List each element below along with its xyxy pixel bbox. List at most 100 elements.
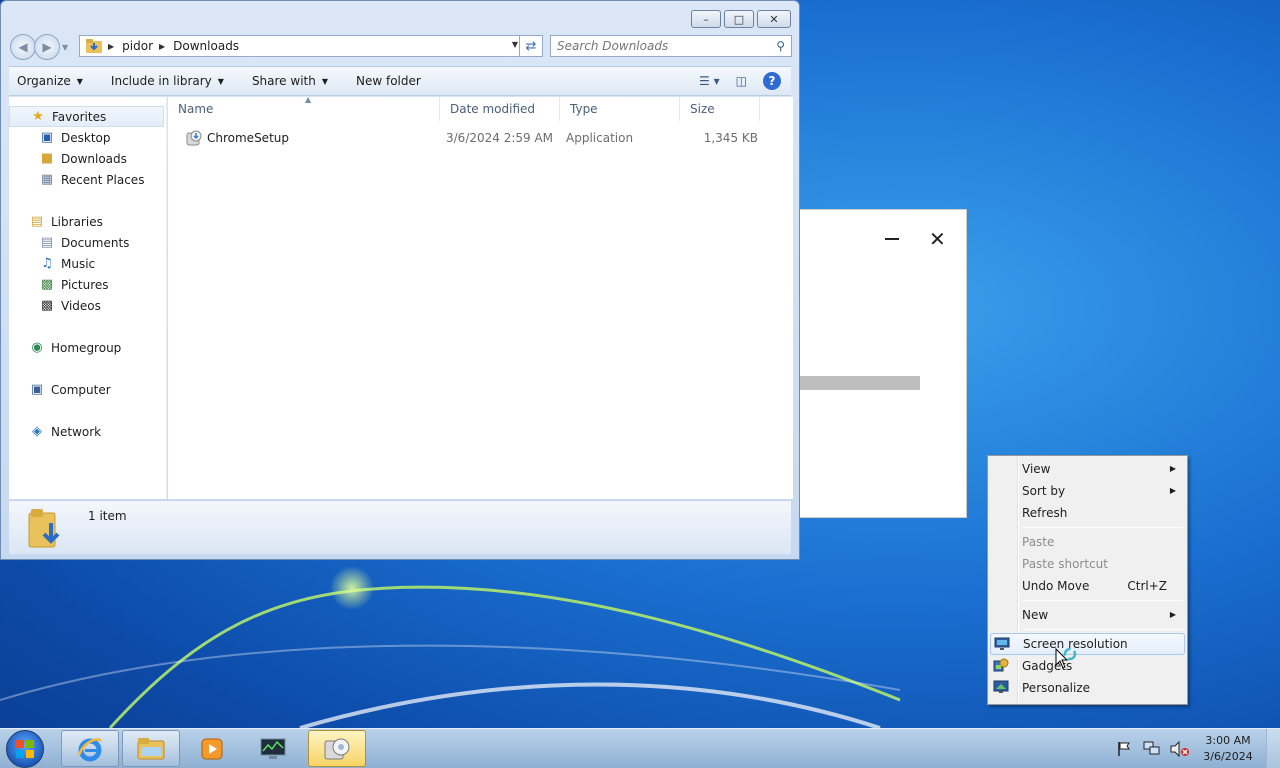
nav-computer-label: Computer: [51, 382, 111, 397]
dialog-close-button[interactable]: ✕: [929, 227, 946, 251]
desktop-icon: ▣: [40, 130, 54, 145]
internet-explorer-icon: [77, 737, 102, 761]
refresh-button[interactable]: ⇄: [519, 35, 543, 57]
menu-separator: [1022, 629, 1183, 630]
taskbar-setup-active[interactable]: [308, 730, 366, 767]
recent-places-icon: ▦: [40, 172, 54, 187]
star-icon: ★: [32, 109, 44, 124]
preview-pane-icon[interactable]: ◫: [736, 74, 747, 88]
taskbar-windows-explorer[interactable]: [122, 730, 180, 767]
start-button[interactable]: [6, 730, 44, 768]
menu-item-paste-label: Paste: [1022, 535, 1055, 549]
menu-item-view[interactable]: View ▶: [990, 458, 1185, 480]
minimize-button[interactable]: –: [691, 10, 721, 28]
menu-item-refresh[interactable]: Refresh: [990, 502, 1185, 524]
volume-muted-icon[interactable]: [1170, 741, 1190, 757]
nav-libraries[interactable]: ▤ Libraries: [9, 211, 166, 232]
libraries-icon: ▤: [30, 214, 44, 229]
media-player-icon: [201, 738, 223, 759]
forward-button[interactable]: ▶: [34, 34, 60, 60]
action-center-flag-icon[interactable]: [1114, 741, 1134, 757]
network-status-icon[interactable]: [1142, 741, 1162, 757]
menu-item-sort-by-label: Sort by: [1022, 484, 1066, 498]
menu-item-paste-shortcut-label: Paste shortcut: [1022, 557, 1108, 571]
breadcrumb-downloads[interactable]: Downloads: [173, 39, 239, 53]
navigation-pane: ★ Favorites ▣ Desktop ■ Downloads ▦ Recent P…: [9, 97, 167, 499]
chevron-down-icon: ▼: [76, 76, 83, 86]
menu-item-shortcut: Ctrl+Z: [1127, 579, 1167, 593]
menu-item-undo-move-label: Undo Move: [1022, 579, 1090, 593]
nav-pictures-label: Pictures: [61, 277, 109, 292]
nav-network[interactable]: ◈ Network: [9, 421, 166, 442]
menu-item-gadgets[interactable]: Gadgets: [990, 655, 1185, 677]
recent-pages-dropdown[interactable]: ▼: [62, 43, 68, 52]
item-count: 1 item: [88, 509, 127, 523]
change-view-icon[interactable]: ☰ ▾: [699, 74, 720, 88]
address-history-dropdown[interactable]: ▼: [512, 40, 518, 49]
details-pane: 1 item: [9, 500, 791, 554]
nav-recent-places[interactable]: ▦ Recent Places: [9, 169, 166, 190]
computer-icon: ▣: [30, 382, 44, 397]
search-input[interactable]: [557, 39, 757, 53]
dialog-minimize-button[interactable]: [885, 238, 899, 240]
nav-desktop[interactable]: ▣ Desktop: [9, 127, 166, 148]
menu-item-personalize[interactable]: Personalize: [990, 677, 1185, 699]
gadgets-icon: [993, 658, 1009, 672]
nav-documents-label: Documents: [61, 235, 130, 250]
menu-item-screen-resolution[interactable]: Screen resolution: [990, 633, 1185, 655]
menu-item-paste: Paste: [990, 531, 1185, 553]
clock[interactable]: 3:00 AM 3/6/2024: [1198, 733, 1258, 765]
nav-recent-places-label: Recent Places: [61, 172, 145, 187]
network-icon: ◈: [32, 424, 42, 439]
nav-videos-label: Videos: [61, 298, 101, 313]
nav-homegroup[interactable]: ◉ Homegroup: [9, 337, 166, 358]
nav-favorites[interactable]: ★ Favorites: [9, 106, 164, 127]
menu-item-sort-by[interactable]: Sort by ▶: [990, 480, 1185, 502]
file-row[interactable]: ChromeSetup 3/6/2024 2:59 AM Application…: [168, 126, 793, 150]
close-button[interactable]: ✕: [757, 10, 791, 28]
organize-label: Organize: [17, 74, 71, 88]
homegroup-icon: ◉: [31, 340, 43, 355]
nav-downloads[interactable]: ■ Downloads: [9, 148, 166, 169]
show-desktop-button[interactable]: [1266, 729, 1280, 768]
column-header-type[interactable]: Type: [560, 96, 680, 121]
back-arrow-icon: ◀: [18, 40, 28, 54]
command-bar: Organize ▼ Include in library ▼ Share with…: [9, 66, 791, 96]
downloads-folder-large-icon: [28, 509, 60, 548]
column-header-date-modified[interactable]: Date modified: [440, 96, 560, 121]
nav-videos[interactable]: ▩ Videos: [9, 295, 166, 316]
include-in-library-menu[interactable]: Include in library ▼: [111, 74, 224, 88]
sort-ascending-icon: ▲: [305, 95, 312, 104]
navigation-bar: ◀ ▶ ▼ ▶ pidor ▶ Downloads ▼ ⇄ ⚲: [10, 34, 792, 60]
nav-computer[interactable]: ▣ Computer: [9, 379, 166, 400]
taskbar-media-player[interactable]: [183, 730, 241, 767]
new-folder-button[interactable]: New folder: [356, 74, 421, 88]
maximize-button[interactable]: □: [724, 10, 754, 28]
taskbar-task-manager[interactable]: [244, 730, 302, 767]
desktop-context-menu: View ▶ Sort by ▶ Refresh Paste Paste short…: [987, 455, 1188, 705]
organize-menu[interactable]: Organize ▼: [17, 74, 83, 88]
nav-music[interactable]: ♫ Music: [9, 253, 166, 274]
menu-item-paste-shortcut: Paste shortcut: [990, 553, 1185, 575]
breadcrumb-separator-icon[interactable]: ▶: [159, 42, 165, 51]
taskbar-internet-explorer[interactable]: [61, 730, 119, 767]
menu-item-undo-move[interactable]: Undo Move Ctrl+Z: [990, 575, 1185, 597]
folder-icon: [137, 737, 165, 759]
address-bar[interactable]: ▶ pidor ▶ Downloads ▼: [79, 35, 525, 57]
back-button[interactable]: ◀: [10, 34, 36, 60]
nav-documents[interactable]: ▤ Documents: [9, 232, 166, 253]
help-icon[interactable]: ?: [763, 72, 781, 90]
menu-separator: [1022, 600, 1183, 601]
search-icon[interactable]: ⚲: [776, 39, 785, 53]
column-header-size[interactable]: Size: [680, 96, 760, 121]
menu-item-new[interactable]: New ▶: [990, 604, 1185, 626]
column-header-name[interactable]: Name: [168, 96, 440, 121]
menu-item-refresh-label: Refresh: [1022, 506, 1068, 520]
nav-pictures[interactable]: ▩ Pictures: [9, 274, 166, 295]
breadcrumb-pidor[interactable]: pidor: [122, 39, 153, 53]
share-with-menu[interactable]: Share with ▼: [252, 74, 328, 88]
search-box[interactable]: ⚲: [550, 35, 792, 57]
windows-logo-icon: [16, 740, 34, 758]
chevron-down-icon: ▼: [321, 76, 328, 86]
clock-time: 3:00 AM: [1205, 734, 1251, 747]
